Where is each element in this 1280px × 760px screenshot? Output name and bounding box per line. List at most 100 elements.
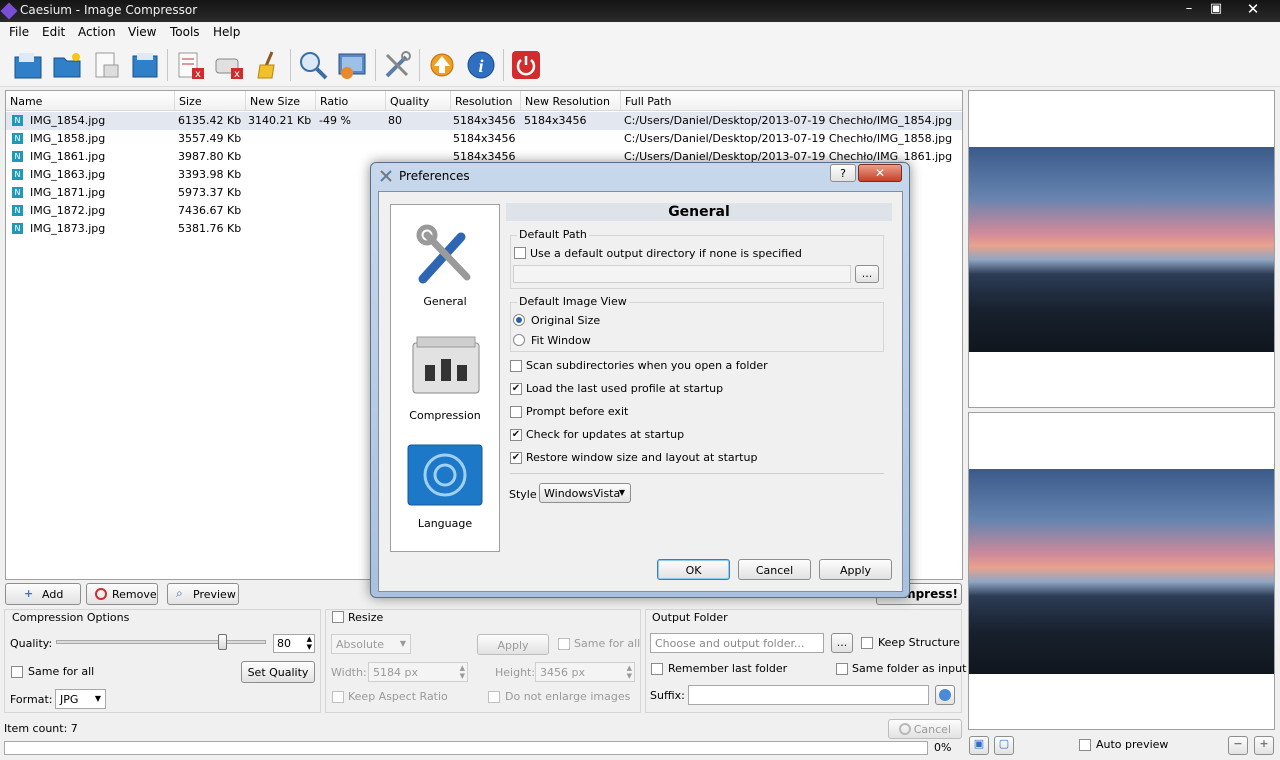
output-browse-button[interactable]: ... xyxy=(831,633,853,653)
preferences-dialog[interactable]: Preferences ? ✕ General Compression Lang… xyxy=(370,162,910,598)
default-output-dir-input[interactable] xyxy=(513,265,851,283)
format-select[interactable]: JPG ▼ xyxy=(55,689,106,709)
column-header-ratio[interactable]: Ratio xyxy=(316,91,386,111)
quality-spinbox[interactable]: 80 ▲ ▼ xyxy=(273,634,315,653)
update-icon[interactable] xyxy=(426,49,458,81)
column-header-new-resolution[interactable]: New Resolution xyxy=(521,91,621,111)
remove-item-icon[interactable]: x xyxy=(174,49,206,81)
scan-subdirectories-checkbox[interactable] xyxy=(510,360,522,372)
window-title: Caesium - Image Compressor xyxy=(20,3,198,17)
dialog-help-button[interactable]: ? xyxy=(830,164,856,182)
file-name: IMG_1873.jpg xyxy=(30,222,106,235)
quality-slider[interactable] xyxy=(56,634,266,650)
table-row[interactable]: N IMG_1854.jpg 6135.42 Kb 3140.21 Kb -49 % 80… xyxy=(6,112,962,130)
dialog-cancel-button[interactable]: Cancel xyxy=(738,559,811,580)
same-folder-checkbox[interactable] xyxy=(836,663,848,675)
open-folder-icon[interactable] xyxy=(51,49,83,81)
default-output-dir-checkbox[interactable] xyxy=(514,247,526,259)
preferences-category-list[interactable]: General Compression Language xyxy=(390,204,500,552)
style-select[interactable]: WindowsVista ▼ xyxy=(539,483,631,503)
table-row[interactable]: N IMG_1858.jpg 3557.49 Kb 5184x3456 C:/Users… xyxy=(6,130,962,148)
remember-last-folder-checkbox[interactable] xyxy=(651,663,663,675)
output-folder-input[interactable]: Choose and output folder... xyxy=(650,633,824,653)
power-off-icon[interactable] xyxy=(510,49,542,81)
resize-checkbox[interactable] xyxy=(332,611,344,623)
dialog-close-button[interactable]: ✕ xyxy=(858,164,902,182)
spin-arrows-icon[interactable]: ▲ ▼ xyxy=(460,664,465,680)
menu-edit[interactable]: Edit xyxy=(42,25,65,39)
close-button[interactable]: ✕ xyxy=(1240,2,1266,18)
original-preview-image xyxy=(969,147,1274,352)
add-files-icon[interactable] xyxy=(12,49,44,81)
auto-preview-checkbox[interactable] xyxy=(1079,739,1091,751)
zoom-in-button[interactable]: + xyxy=(1254,736,1274,755)
menu-view[interactable]: View xyxy=(128,25,156,39)
ok-button[interactable]: OK xyxy=(657,559,730,580)
file-size: 5381.76 Kb xyxy=(178,222,242,235)
broom-icon[interactable] xyxy=(252,49,284,81)
full-size-view-button[interactable]: ▢ xyxy=(994,736,1014,755)
menu-tools[interactable]: Tools xyxy=(170,25,200,39)
clear-list-icon[interactable]: x xyxy=(213,49,245,81)
cancel-compression-button[interactable]: Cancel xyxy=(888,719,962,739)
load-last-profile-checkbox[interactable]: ✔ xyxy=(510,383,522,395)
original-size-radio[interactable] xyxy=(513,314,525,326)
magnifier-icon: ⌕ xyxy=(176,586,183,600)
category-language[interactable]: Language xyxy=(391,437,499,537)
suffix-input[interactable] xyxy=(688,685,929,705)
menu-help[interactable]: Help xyxy=(213,25,240,39)
check-for-updates-checkbox[interactable]: ✔ xyxy=(510,429,522,441)
add-button[interactable]: + Add xyxy=(5,583,81,605)
column-header-name[interactable]: Name xyxy=(6,91,175,111)
column-header-new-size[interactable]: New Size xyxy=(246,91,316,111)
column-header-resolution[interactable]: Resolution xyxy=(451,91,521,111)
save-list-icon[interactable] xyxy=(129,49,161,81)
zoom-out-button[interactable]: − xyxy=(1228,736,1248,755)
title-bar[interactable]: Caesium - Image Compressor – ▣ ✕ xyxy=(0,0,1280,22)
column-header-size[interactable]: Size xyxy=(175,91,246,111)
resize-same-for-all-checkbox[interactable] xyxy=(558,638,570,650)
quality-slider-thumb[interactable] xyxy=(218,634,227,650)
resize-apply-button[interactable]: Apply xyxy=(477,634,549,655)
compression-same-for-all-label: Same for all xyxy=(28,665,95,678)
dialog-apply-button[interactable]: Apply xyxy=(819,559,892,580)
keep-structure-checkbox[interactable] xyxy=(861,637,873,649)
suffix-apply-button[interactable] xyxy=(935,685,955,705)
prompt-before-exit-checkbox[interactable] xyxy=(510,406,522,418)
compression-same-for-all-checkbox[interactable] xyxy=(11,666,23,678)
preferences-tools-icon[interactable] xyxy=(381,49,413,81)
column-header-full-path[interactable]: Full Path xyxy=(621,91,962,111)
original-preview-pane[interactable] xyxy=(968,90,1275,408)
default-output-dir-label: Use a default output directory if none i… xyxy=(530,247,802,260)
do-not-enlarge-checkbox[interactable] xyxy=(488,691,500,703)
preview-button[interactable]: ⌕ Preview xyxy=(167,583,239,605)
magnifier-icon[interactable] xyxy=(297,49,329,81)
suffix-label: Suffix: xyxy=(650,689,685,702)
original-size-label: Original Size xyxy=(531,314,601,327)
compressed-preview-pane[interactable] xyxy=(968,412,1275,730)
fit-view-button[interactable]: ▣ xyxy=(969,736,989,755)
column-header-quality[interactable]: Quality xyxy=(386,91,451,111)
toolbar-separator xyxy=(290,49,291,81)
width-spinbox[interactable]: 5184 px ▲ ▼ xyxy=(368,662,468,682)
info-icon[interactable]: i xyxy=(465,49,497,81)
spin-arrows-icon[interactable]: ▲ ▼ xyxy=(627,664,632,680)
image-settings-icon[interactable] xyxy=(336,49,368,81)
menu-file[interactable]: File xyxy=(9,25,29,39)
resize-mode-select[interactable]: Absolute ▼ xyxy=(331,634,411,654)
keep-aspect-ratio-checkbox[interactable] xyxy=(332,691,344,703)
spin-arrows-icon[interactable]: ▲ ▼ xyxy=(307,635,312,651)
menu-action[interactable]: Action xyxy=(78,25,116,39)
category-compression[interactable]: Compression xyxy=(391,327,499,427)
default-output-dir-browse-button[interactable]: ... xyxy=(855,265,879,283)
set-quality-button[interactable]: Set Quality xyxy=(241,661,315,683)
blank-document-icon[interactable] xyxy=(90,49,122,81)
compressed-preview-image xyxy=(969,469,1274,674)
restore-window-size-checkbox[interactable]: ✔ xyxy=(510,452,522,464)
maximize-button[interactable]: ▣ xyxy=(1203,2,1229,18)
height-spinbox[interactable]: 3456 px ▲ ▼ xyxy=(535,662,635,682)
fit-window-radio[interactable] xyxy=(513,334,525,346)
minimize-button[interactable]: – xyxy=(1176,2,1202,18)
category-general[interactable]: General xyxy=(391,211,499,311)
remove-button[interactable]: Remove xyxy=(86,583,158,605)
